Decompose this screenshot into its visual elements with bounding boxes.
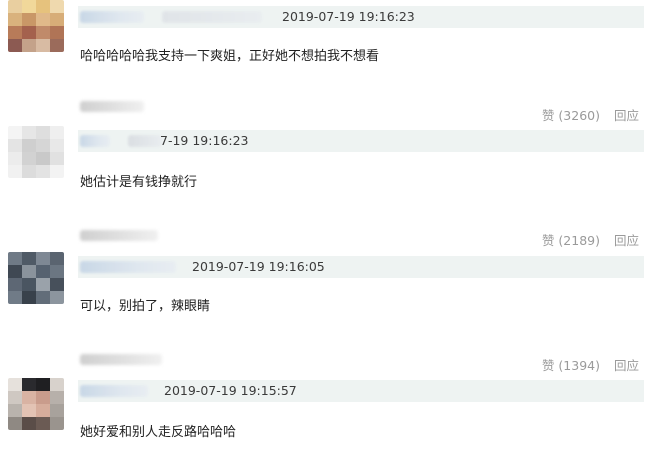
nickname-redacted xyxy=(80,101,144,112)
username-redacted[interactable] xyxy=(80,11,144,23)
username-redacted xyxy=(162,11,262,23)
username-redacted xyxy=(128,135,162,147)
nickname-redacted xyxy=(80,230,158,241)
comment-meta-bar: 2019-07-19 19:16:23 xyxy=(78,6,644,28)
username-redacted[interactable] xyxy=(80,135,110,147)
comment-timestamp: 2019-07-19 19:16:23 xyxy=(282,9,415,24)
comment-meta-bar: 2019-07-19 19:15:57 xyxy=(78,380,644,402)
comment-timestamp: 2019-07-19 19:16:05 xyxy=(192,259,325,274)
comment-actions: 赞 (2189) 回应 xyxy=(542,230,639,249)
comment-meta-bar: 7-19 19:16:23 xyxy=(78,130,644,152)
username-redacted[interactable] xyxy=(80,385,148,397)
comment-actions: 赞 (1394) 回应 xyxy=(542,355,639,374)
avatar[interactable] xyxy=(8,0,64,52)
avatar[interactable] xyxy=(8,126,64,178)
comment-list: 2019-07-19 19:16:23 哈哈哈哈哈我支持一下爽姐，正好她不想拍我… xyxy=(0,0,665,457)
like-button[interactable]: 赞 (2189) xyxy=(542,233,600,248)
username-redacted[interactable] xyxy=(80,261,176,273)
comment-timestamp: 7-19 19:16:23 xyxy=(160,133,249,148)
nickname-redacted xyxy=(80,354,162,365)
like-button[interactable]: 赞 (3260) xyxy=(542,108,600,123)
comment-text: 她好爱和别人走反路哈哈哈 xyxy=(80,425,237,440)
comment-text: 可以，别拍了，辣眼睛 xyxy=(80,299,211,314)
avatar[interactable] xyxy=(8,252,64,304)
comment-meta-bar: 2019-07-19 19:16:05 xyxy=(78,256,644,278)
comment-text: 她估计是有钱挣就行 xyxy=(80,175,198,190)
like-button[interactable]: 赞 (1394) xyxy=(542,358,600,373)
reply-button[interactable]: 回应 xyxy=(614,358,639,373)
reply-button[interactable]: 回应 xyxy=(614,108,639,123)
comment-actions: 赞 (3260) 回应 xyxy=(542,105,639,124)
comment-text: 哈哈哈哈哈我支持一下爽姐，正好她不想拍我不想看 xyxy=(80,49,380,64)
comment-timestamp: 2019-07-19 19:15:57 xyxy=(164,383,297,398)
reply-button[interactable]: 回应 xyxy=(614,233,639,248)
avatar[interactable] xyxy=(8,378,64,430)
